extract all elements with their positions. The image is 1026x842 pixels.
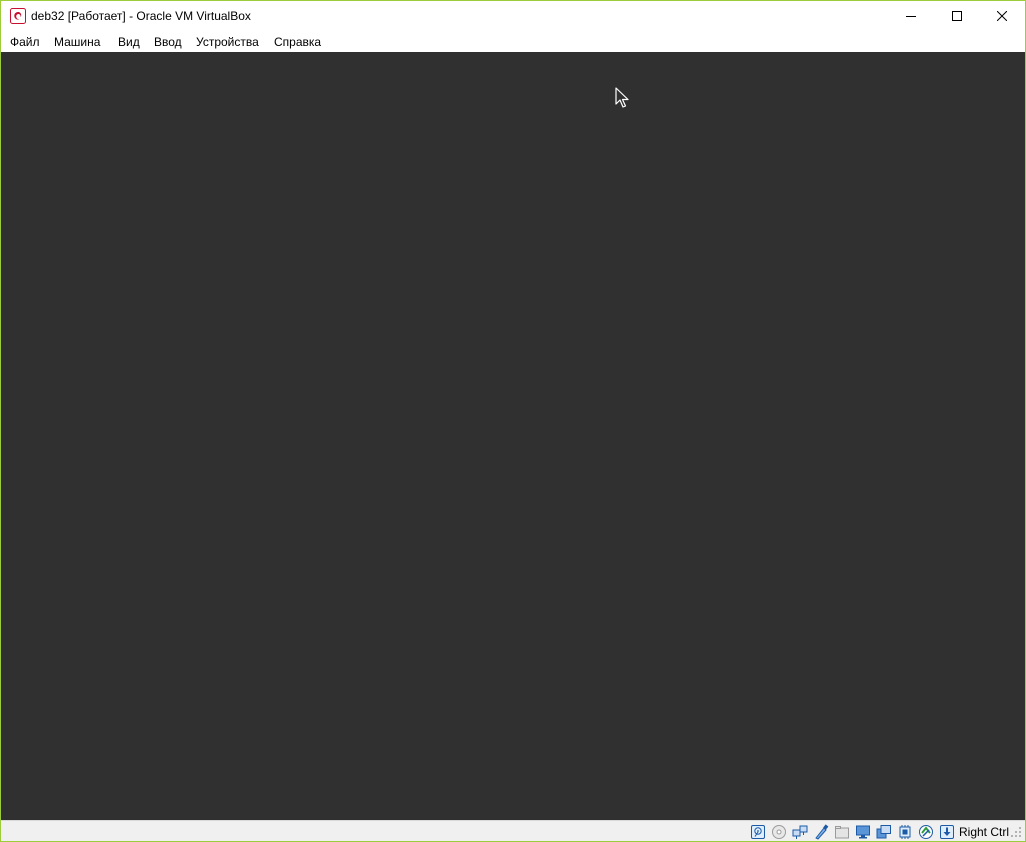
mouse-pointer-icon xyxy=(615,87,629,108)
title-bar[interactable]: deb32 [Работает] - Oracle VM VirtualBox xyxy=(1,1,1025,31)
virtualbox-window: deb32 [Работает] - Oracle VM VirtualBox … xyxy=(0,0,1026,842)
host-key-label: Right Ctrl xyxy=(959,825,1010,839)
menu-input[interactable]: Ввод xyxy=(154,35,182,49)
menu-file[interactable]: Файл xyxy=(10,35,40,49)
menu-machine[interactable]: Машина xyxy=(54,35,100,49)
mouse-integration-icon[interactable] xyxy=(918,824,934,840)
cpu-icon[interactable] xyxy=(897,824,913,840)
maximize-button[interactable] xyxy=(934,1,980,31)
close-icon xyxy=(997,11,1007,21)
minimize-icon xyxy=(906,16,916,17)
menu-help[interactable]: Справка xyxy=(274,35,321,49)
minimize-button[interactable] xyxy=(888,1,934,31)
resize-grip-icon[interactable] xyxy=(1011,825,1023,839)
shared-folders-icon[interactable] xyxy=(834,824,850,840)
usb-icon[interactable] xyxy=(813,824,829,840)
menu-devices[interactable]: Устройства xyxy=(196,35,259,49)
maximize-icon xyxy=(952,11,962,21)
window-title: deb32 [Работает] - Oracle VM VirtualBox xyxy=(31,9,251,23)
network-icon[interactable] xyxy=(792,824,808,840)
menu-view[interactable]: Вид xyxy=(118,35,140,49)
video-capture-icon[interactable] xyxy=(876,824,892,840)
keyboard-capture-icon[interactable] xyxy=(939,824,955,840)
status-bar: Right Ctrl xyxy=(1,820,1025,841)
vm-display[interactable] xyxy=(1,52,1025,820)
debian-app-icon xyxy=(10,8,26,24)
close-button[interactable] xyxy=(979,1,1025,31)
hard-disk-icon[interactable] xyxy=(750,824,766,840)
display-icon[interactable] xyxy=(855,824,871,840)
optical-drive-icon[interactable] xyxy=(771,824,787,840)
menu-bar: Файл Машина Вид Ввод Устройства Справка xyxy=(1,31,1025,52)
